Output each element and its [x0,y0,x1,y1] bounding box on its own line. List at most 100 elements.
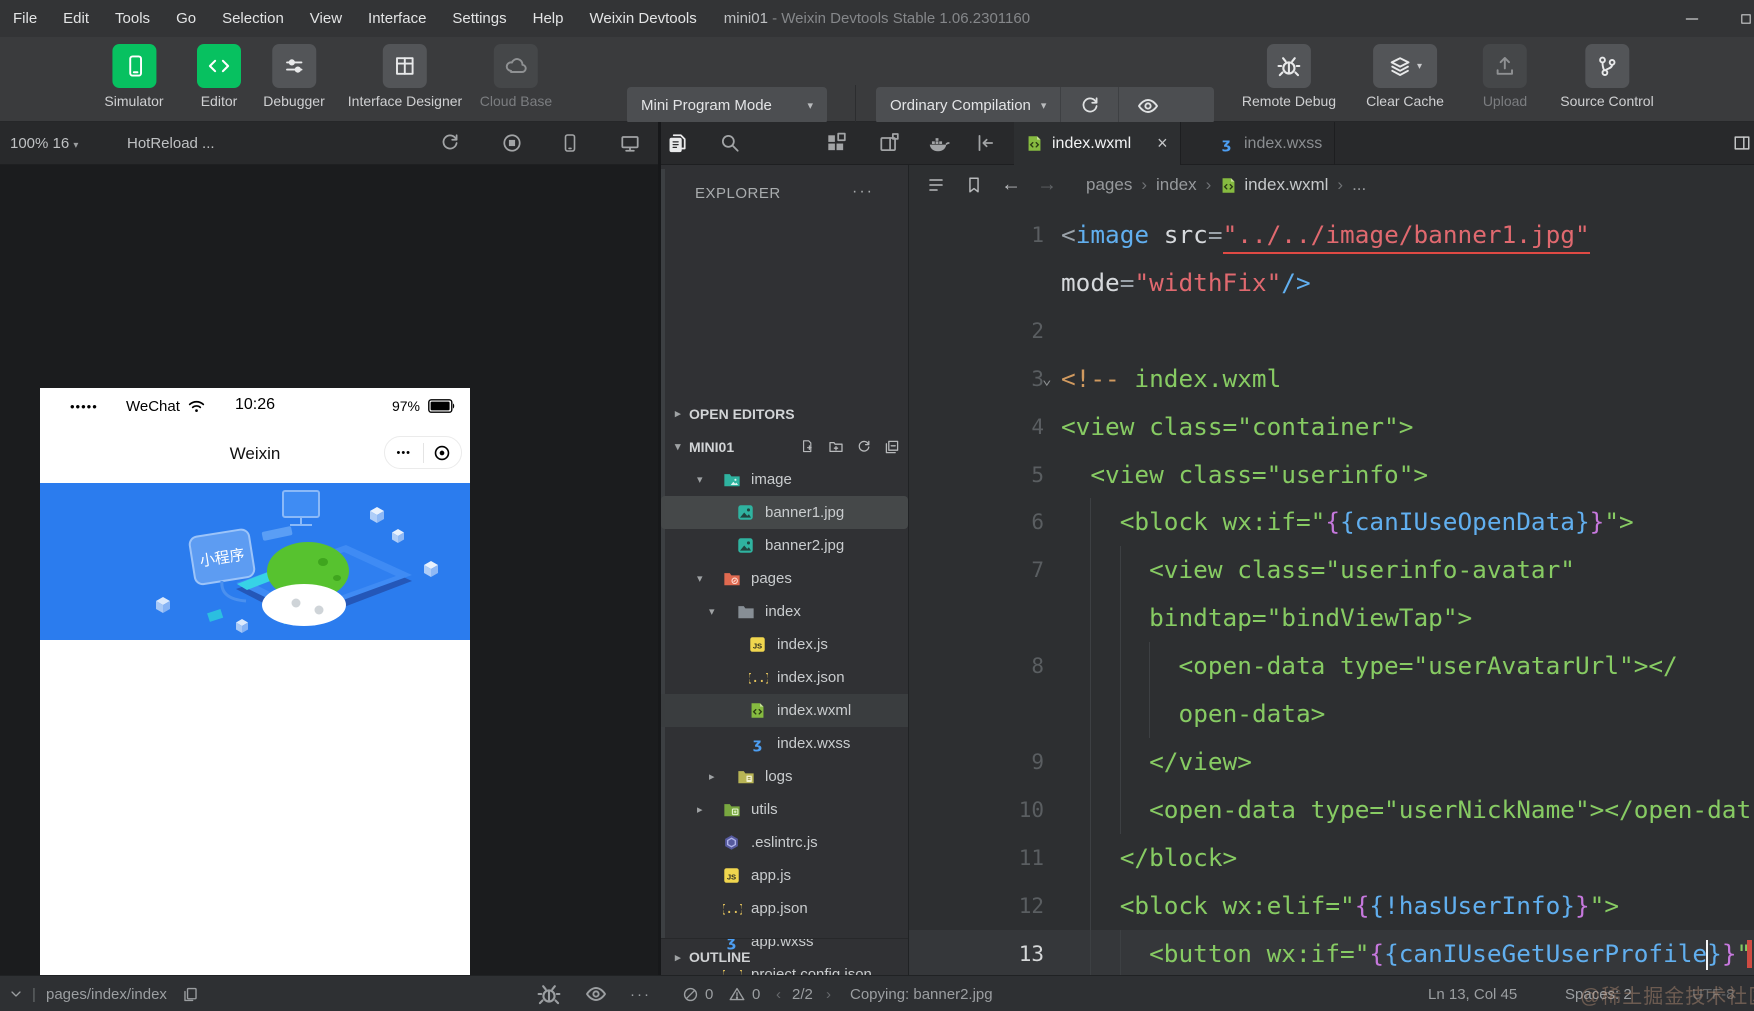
docker-icon[interactable] [926,132,950,154]
pager-next-button[interactable]: › [826,976,831,1011]
menu-settings[interactable]: Settings [439,10,519,27]
forward-arrow-icon[interactable]: → [1037,174,1057,197]
minimize-button[interactable] [1672,0,1712,37]
refresh-icon[interactable] [856,439,872,455]
tree-file-index.json[interactable]: {..}index.json [661,661,908,694]
editor-panel: ← → pages › index › index.wxml ›... 1 <image s… [908,165,1754,975]
bookmark-icon[interactable] [965,175,983,195]
breadcrumb-current-file[interactable]: index.wxml [1244,175,1328,195]
tree-folder-pages[interactable]: ▾ pages [661,562,908,595]
back-arrow-icon[interactable]: ← [1001,174,1021,197]
pager-prev-button[interactable]: ‹ [776,976,781,1011]
compilation-mode-select[interactable]: Ordinary Compilation [876,97,1041,114]
cursor-position[interactable]: Ln 13, Col 45 [1428,976,1517,1011]
source-control-button[interactable]: Source Control [1560,44,1654,109]
display-icon[interactable] [618,132,642,154]
upload-button[interactable]: Upload [1483,44,1527,109]
tree-file-index.wxml[interactable]: index.wxml [661,694,908,727]
breadcrumb-more[interactable]: ... [1352,175,1366,195]
zoom-level-select[interactable]: 100% 16 ▾ [10,122,78,165]
explorer-more-icon[interactable]: ··· [852,183,874,201]
tree-file-banner2.jpg[interactable]: banner2.jpg [661,529,908,562]
outline-list-icon[interactable] [927,175,947,195]
tree-file-index.js[interactable]: JS index.js [661,628,908,661]
collapse-all-icon[interactable] [884,439,900,455]
phone-icon[interactable] [560,132,580,154]
compile-icon [1079,95,1101,117]
tree-folder-logs[interactable]: ▸ logs [661,760,908,793]
menu-go[interactable]: Go [163,10,209,27]
tab-index.wxml[interactable]: index.wxml × [1014,122,1181,165]
fold-chevron-icon[interactable]: ⌄ [1042,355,1052,403]
menu-file[interactable]: File [0,10,50,27]
status-preview-button[interactable] [584,976,614,1011]
code-area[interactable]: 1 <image src="../../image/banner1.jpg" mod… [909,205,1754,975]
more-button[interactable]: ••• [385,447,423,459]
tree-file-app.json[interactable]: {..}app.json [661,892,908,925]
stop-icon[interactable] [501,132,523,154]
tree-file-.eslintrc.js[interactable]: .eslintrc.js [661,826,908,859]
tree-folder-utils[interactable]: ▸ utils [661,793,908,826]
warning-count[interactable]: 0 [728,976,760,1011]
menu-items: File Edit Tools Go Selection View Interface Set… [0,0,710,37]
chevron-down-icon: ▾ [807,100,813,112]
menu-tools[interactable]: Tools [102,10,163,27]
menu-weixin-devtools[interactable]: Weixin Devtools [576,10,709,27]
interface-designer-button[interactable]: Interface Designer [348,44,462,109]
current-page-path[interactable]: pages/index/index [46,976,167,1011]
menu-view[interactable]: View [297,10,355,27]
debugger-button[interactable]: Debugger [263,44,325,109]
editor-button[interactable]: Editor [197,44,241,109]
hotreload-select[interactable]: HotReload ... [127,122,215,165]
compile-button[interactable] [1060,87,1118,124]
split-editor-icon[interactable] [1733,134,1751,152]
tree-file-index.wxss[interactable]: ʒ index.wxss [661,727,908,760]
copy-icon [182,986,199,1003]
menu-help[interactable]: Help [520,10,577,27]
menu-selection[interactable]: Selection [209,10,297,27]
rotate-icon[interactable] [439,132,461,154]
toolbar-divider [855,85,856,127]
maximize-button[interactable] [1738,0,1754,37]
collapse-sidebar-icon[interactable] [974,132,996,154]
warning-icon [728,986,746,1003]
status-remote-debug-button[interactable] [536,976,568,1011]
new-file-icon[interactable] [800,439,816,455]
maximize-icon [1739,12,1753,26]
panel-toggle-button[interactable] [8,976,30,1011]
code-line-7: 7 <view class="userinfo-avatar" [909,546,1754,595]
compilation-group: Ordinary Compilation ▾ [876,87,1214,124]
clear-cache-button[interactable]: ▾ Clear Cache [1366,44,1444,109]
tree-file-app.js[interactable]: JS app.js [661,859,908,892]
error-count[interactable]: 0 [682,976,713,1011]
breadcrumb-item[interactable]: index [1156,175,1197,195]
phone-status-bar: ••••• WeChat 10:26 97% [40,388,470,430]
line-number: 8 [1031,654,1044,679]
tab-index.wxss[interactable]: ʒ index.wxss [1206,122,1336,165]
menu-edit[interactable]: Edit [50,10,102,27]
chevron-down-icon: ▾ [1040,100,1047,112]
new-folder-icon[interactable] [828,439,844,455]
mini-program-mode-select[interactable]: Mini Program Mode ▾ [627,87,827,124]
tree-file-banner1.jpg[interactable]: banner1.jpg [661,496,908,529]
status-more-button[interactable]: ··· [630,976,651,1011]
wechat-capsule: ••• [384,436,462,469]
copy-path-button[interactable] [182,976,205,1011]
code-line-5: 5 <view class="userinfo"> [909,451,1754,499]
breadcrumb-item[interactable]: pages [1086,175,1132,195]
tree-folder-image[interactable]: ▾ image [661,463,908,496]
outline-section[interactable]: ▸ OUTLINE [661,938,908,975]
open-editors-section[interactable]: ▸ OPEN EDITORS [661,397,908,430]
remote-debug-button[interactable]: Remote Debug [1242,44,1336,109]
close-tab-icon[interactable]: × [1157,133,1168,154]
menu-interface[interactable]: Interface [355,10,439,27]
search-icon[interactable] [719,132,741,154]
simulator-button[interactable]: Simulator [104,44,164,109]
extensions-icon[interactable] [825,132,847,154]
layout-icon[interactable] [878,132,900,154]
tree-folder-index[interactable]: ▾ index [661,595,908,628]
files-icon[interactable] [666,132,688,154]
preview-button[interactable] [1118,87,1176,124]
close-minimize-button[interactable] [424,444,462,462]
folder-image-icon [723,472,741,488]
